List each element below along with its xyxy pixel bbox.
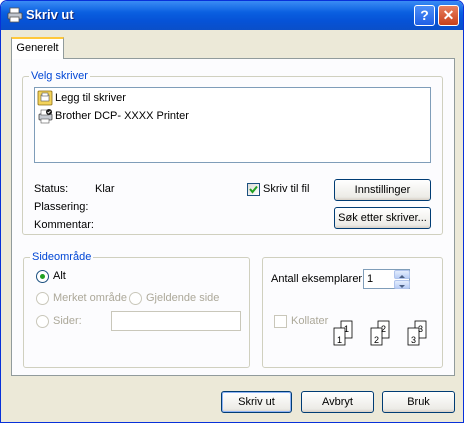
print-dialog: Skriv ut ? ✕ Generelt Velg skriver Legg … bbox=[0, 0, 464, 423]
find-printer-button[interactable]: Søk etter skriver... bbox=[334, 207, 431, 229]
list-item-label: Legg til skriver bbox=[55, 92, 126, 104]
checkmark-icon bbox=[249, 185, 258, 194]
apply-button[interactable]: Bruk bbox=[382, 391, 455, 413]
page-number-2b: 2 bbox=[374, 335, 379, 345]
close-button[interactable]: ✕ bbox=[438, 5, 459, 26]
radio-pages[interactable] bbox=[36, 315, 49, 328]
collate-checkbox[interactable] bbox=[274, 315, 287, 328]
print-button[interactable]: Skriv ut bbox=[221, 391, 292, 413]
printer-group-legend: Velg skriver bbox=[29, 70, 90, 82]
printer-list[interactable]: Legg til skriver Brother DCP- XXXX Print… bbox=[34, 87, 431, 163]
window-title: Skriv ut bbox=[26, 7, 74, 22]
list-item-brother-printer[interactable]: Brother DCP- XXXX Printer bbox=[37, 108, 189, 125]
radio-all-label: Alt bbox=[53, 270, 66, 282]
arrow-down-icon bbox=[399, 285, 405, 288]
title-bar[interactable]: Skriv ut ? ✕ bbox=[1, 1, 463, 30]
page-number-3b: 3 bbox=[411, 335, 416, 345]
tab-general[interactable]: Generelt bbox=[11, 37, 64, 59]
page-number-2a: 2 bbox=[381, 324, 386, 334]
status-value: Klar bbox=[95, 183, 115, 195]
radio-pages-label: Sider: bbox=[53, 315, 82, 327]
copies-label: Antall eksemplarer: bbox=[271, 273, 366, 285]
collate-label: Kollater bbox=[291, 315, 329, 327]
radio-selection[interactable] bbox=[36, 292, 49, 305]
add-printer-icon bbox=[37, 90, 53, 106]
preferences-button[interactable]: Innstillinger bbox=[334, 179, 431, 201]
print-to-file-checkbox[interactable] bbox=[247, 183, 260, 196]
spin-up-button[interactable] bbox=[394, 270, 410, 279]
cancel-button[interactable]: Avbryt bbox=[301, 391, 374, 413]
arrow-up-icon bbox=[399, 275, 405, 278]
list-item-label: Brother DCP- XXXX Printer bbox=[55, 110, 189, 122]
comment-label: Kommentar: bbox=[34, 219, 94, 231]
help-button[interactable]: ? bbox=[414, 5, 435, 26]
page-number-3a: 3 bbox=[418, 324, 423, 334]
page-range-legend: Sideområde bbox=[30, 251, 94, 263]
spin-down-button[interactable] bbox=[394, 280, 410, 289]
close-icon: ✕ bbox=[442, 7, 455, 23]
page-number-1a: 1 bbox=[344, 324, 349, 334]
list-item-add-printer[interactable]: Legg til skriver bbox=[37, 90, 126, 107]
copies-spinner[interactable] bbox=[394, 270, 410, 289]
help-icon: ? bbox=[420, 7, 429, 23]
pages-input[interactable] bbox=[111, 311, 241, 331]
collate-preview-icon: 1 1 2 2 3 3 bbox=[333, 320, 427, 346]
radio-selection-label: Merket område bbox=[53, 292, 127, 304]
printer-icon bbox=[7, 7, 23, 23]
status-label: Status: bbox=[34, 183, 69, 195]
radio-current-page[interactable] bbox=[129, 292, 142, 305]
print-to-file-label: Skriv til fil bbox=[263, 183, 310, 195]
radio-all[interactable] bbox=[36, 270, 49, 283]
radio-current-page-label: Gjeldende side bbox=[146, 292, 220, 304]
copies-value: 1 bbox=[367, 273, 374, 285]
page-number-1b: 1 bbox=[337, 335, 342, 345]
location-label: Plassering: bbox=[34, 201, 89, 213]
printer-default-icon bbox=[38, 109, 53, 124]
